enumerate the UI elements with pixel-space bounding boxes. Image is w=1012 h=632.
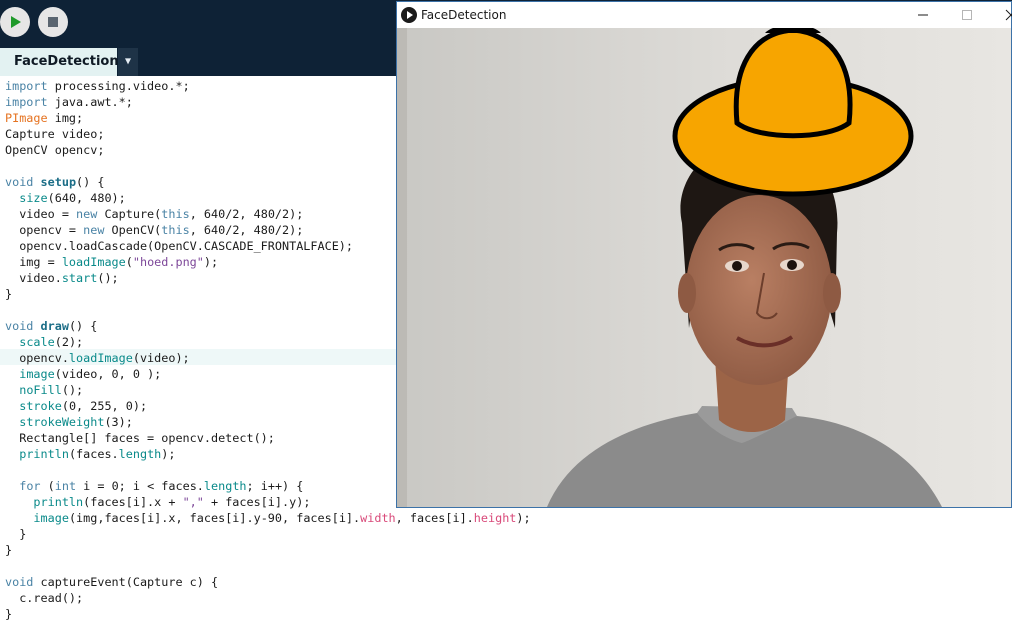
code-line: OpenCV opencv; — [5, 143, 105, 157]
code-line: println(faces.length); — [19, 447, 176, 461]
tab-facedetection[interactable]: FaceDetection — [0, 48, 119, 76]
code-line: Capture video; — [5, 127, 105, 141]
code-line: } — [5, 527, 27, 541]
tab-menu-button[interactable]: ▼ — [118, 48, 138, 76]
maximize-icon — [962, 10, 972, 20]
code-line: println(faces[i].x + "," + faces[i].y); — [33, 495, 311, 509]
code-line: for (int i = 0; i < faces.length; i++) { — [19, 479, 304, 493]
code-line: image(img,faces[i].x, faces[i].y-90, fac… — [33, 511, 531, 525]
face — [686, 195, 832, 385]
close-button[interactable] — [989, 2, 1012, 28]
code-line: void setup() { — [5, 175, 105, 189]
camera-view — [397, 28, 1011, 507]
minimize-button[interactable] — [901, 2, 945, 28]
code-line: opencv = new OpenCV(this, 640/2, 480/2); — [5, 223, 304, 237]
code-line: scale(2); — [19, 335, 84, 349]
code-line: import processing.video.*; — [5, 79, 190, 93]
close-icon — [1005, 9, 1012, 21]
code-line: PImage img; — [5, 111, 84, 125]
code-line: img = loadImage("hoed.png"); — [5, 255, 219, 269]
code-line: video = new Capture(this, 640/2, 480/2); — [5, 207, 304, 221]
sketch-window: FaceDetection — [396, 1, 1012, 508]
stop-button[interactable] — [38, 7, 68, 37]
code-line: } — [5, 607, 13, 621]
code-line: opencv.loadImage(video); — [5, 351, 190, 365]
code-line: size(640, 480); — [19, 191, 126, 205]
code-line: strokeWeight(3); — [19, 415, 133, 429]
run-button[interactable] — [0, 7, 30, 37]
maximize-button[interactable] — [945, 2, 989, 28]
code-line: } — [5, 287, 13, 301]
code-line: video.start(); — [5, 271, 119, 285]
code-line: image(video, 0, 0 ); — [19, 367, 162, 381]
code-line: import java.awt.*; — [5, 95, 133, 109]
processing-app-icon — [401, 7, 417, 23]
stop-icon — [48, 17, 58, 27]
code-line: opencv.loadCascade(OpenCV.CASCADE_FRONTA… — [5, 239, 354, 253]
code-line: c.read(); — [5, 591, 84, 605]
code-line: stroke(0, 255, 0); — [19, 399, 148, 413]
code-line: Rectangle[] faces = opencv.detect(); — [5, 431, 275, 445]
code-line: } — [5, 543, 13, 557]
code-line: noFill(); — [19, 383, 84, 397]
play-icon — [11, 16, 21, 28]
code-line: void draw() { — [5, 319, 98, 333]
code-line: void captureEvent(Capture c) { — [5, 575, 219, 589]
sketch-titlebar[interactable]: FaceDetection — [397, 2, 1012, 28]
minimize-icon — [918, 14, 928, 16]
sketch-window-title: FaceDetection — [421, 8, 507, 22]
